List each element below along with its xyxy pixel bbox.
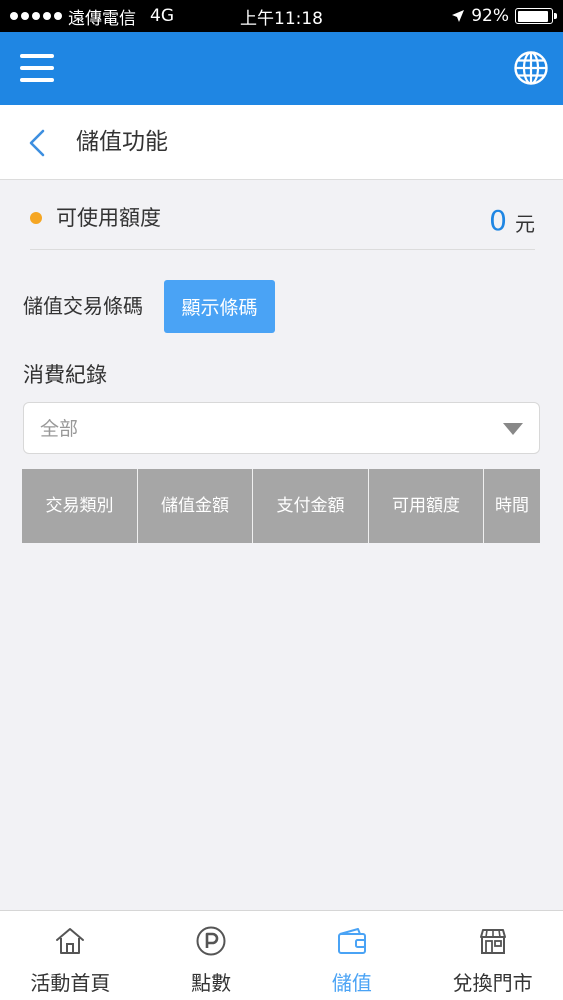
tab-home[interactable]: 活動首頁 xyxy=(0,911,141,1000)
home-icon xyxy=(56,928,85,954)
battery-percent: 92% xyxy=(471,6,509,26)
back-chevron-icon[interactable] xyxy=(26,129,50,157)
column-header-time: 時間 xyxy=(495,496,529,516)
tab-stored-value[interactable]: 儲值 xyxy=(282,911,423,1000)
balance-row: 可使用額度 0 元 xyxy=(30,190,535,250)
stored-value-page: 遠傳電信 4G 上午11:18 92% 儲值功能 可使用額度 0 元 儲值交易條… xyxy=(0,0,563,1000)
tab-label: 活動首頁 xyxy=(30,971,111,995)
app-header xyxy=(0,32,563,105)
network-type: 4G xyxy=(150,6,174,26)
location-arrow-icon xyxy=(452,10,465,22)
carrier-name: 遠傳電信 xyxy=(68,8,136,29)
column-header-transaction-type: 交易類別 xyxy=(22,469,138,543)
tab-redeem-store[interactable]: 兌換門市 xyxy=(422,911,563,1000)
balance-dot xyxy=(30,212,42,224)
column-header-topup-amount: 儲值金額 xyxy=(138,469,253,543)
status-bar: 遠傳電信 4G 上午11:18 92% xyxy=(0,0,563,32)
bottom-tab-bar: 活動首頁 點數 儲值 兌換門市 xyxy=(0,910,563,1000)
globe-icon[interactable] xyxy=(513,50,549,86)
column-header-available-balance: 可用額度 xyxy=(369,469,484,543)
battery-fill xyxy=(517,10,548,22)
wallet-icon xyxy=(337,928,366,954)
tab-label: 點數 xyxy=(191,971,232,995)
tab-points[interactable]: 點數 xyxy=(141,911,282,1000)
filter-selected-value: 全部 xyxy=(40,418,79,440)
signal-dots-icon xyxy=(10,12,62,20)
records-label: 消費紀錄 xyxy=(23,363,107,387)
balance-unit: 元 xyxy=(515,211,535,236)
records-table-header: 交易類別 儲值金額 支付金額 可用額度 時間 xyxy=(22,469,540,543)
status-right: 92% xyxy=(451,0,557,32)
battery-icon xyxy=(515,8,557,24)
balance-label: 可使用額度 xyxy=(56,206,161,230)
status-left: 遠傳電信 4G xyxy=(10,0,174,32)
store-icon xyxy=(479,929,506,954)
record-filter-select[interactable]: 全部 xyxy=(23,402,540,454)
show-barcode-button[interactable]: 顯示條碼 xyxy=(164,280,275,333)
status-time: 上午11:18 xyxy=(240,8,323,29)
tab-label: 儲值 xyxy=(331,971,372,995)
points-icon xyxy=(196,926,226,956)
balance-amount: 0 xyxy=(489,203,507,237)
barcode-label: 儲值交易條碼 xyxy=(23,294,143,318)
sub-header: 儲值功能 xyxy=(0,105,563,180)
menu-icon[interactable] xyxy=(20,52,54,84)
tab-label: 兌換門市 xyxy=(452,971,533,995)
page-title: 儲值功能 xyxy=(76,129,168,155)
column-header-payment-amount: 支付金額 xyxy=(253,469,369,543)
balance-value: 0 元 xyxy=(489,190,535,250)
chevron-down-icon xyxy=(503,423,523,435)
